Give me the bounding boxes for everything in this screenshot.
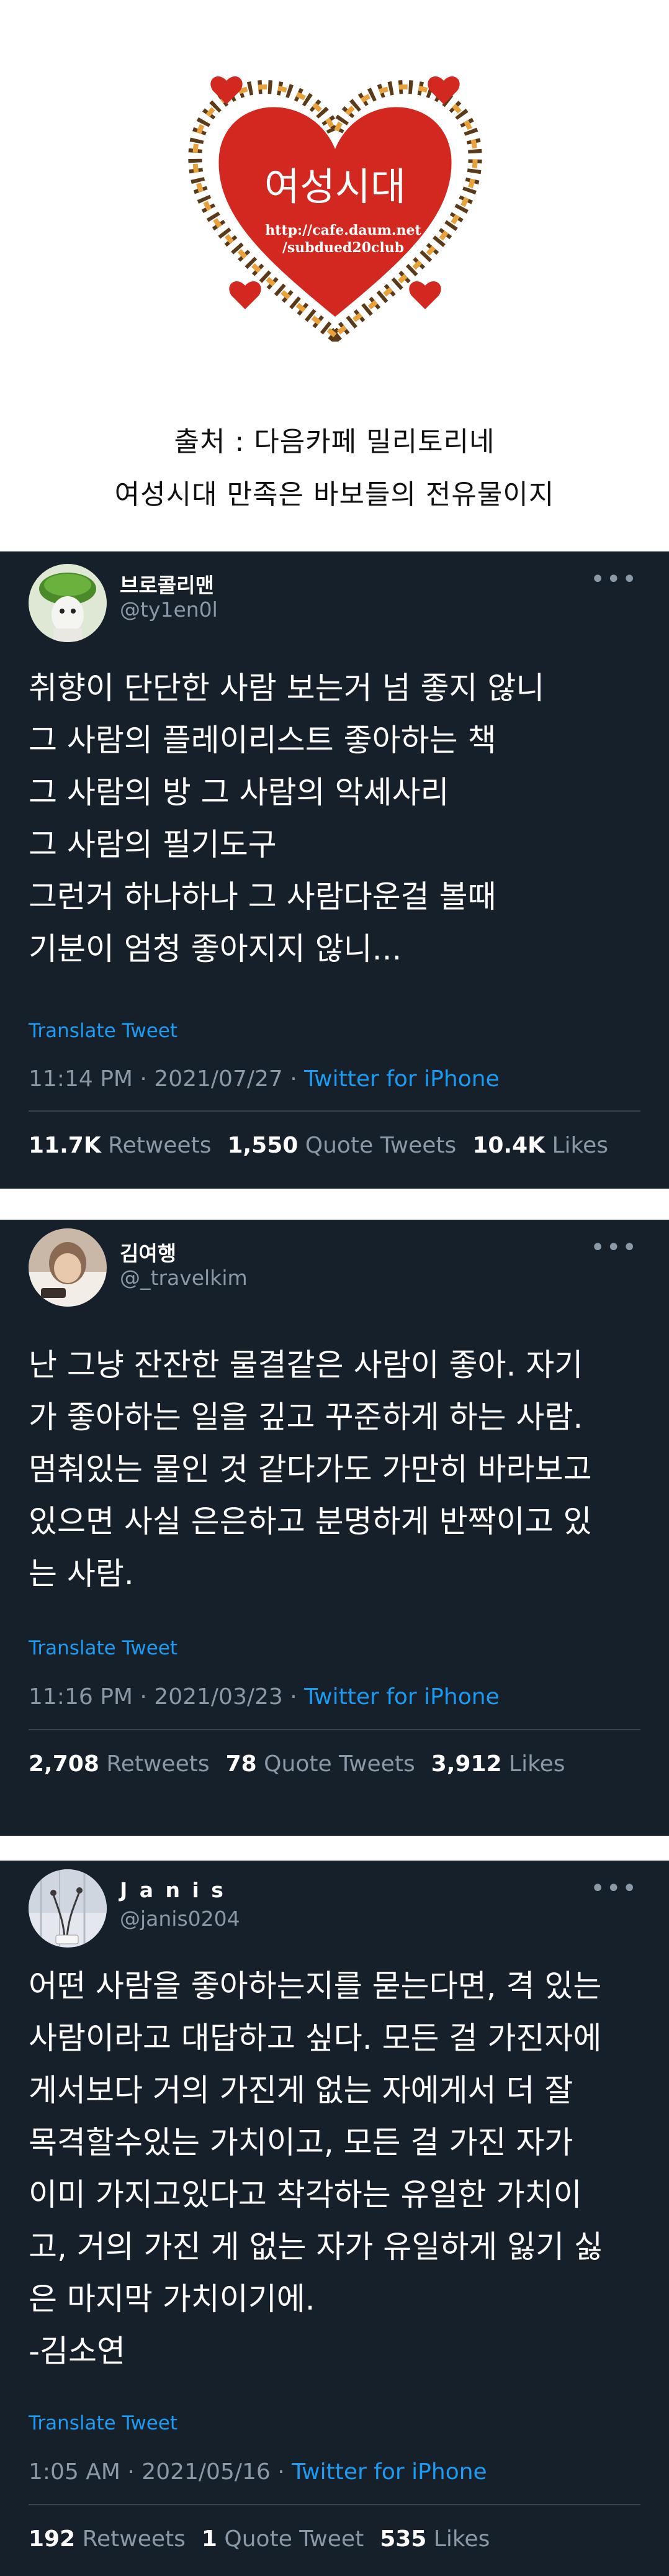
divider (29, 2504, 640, 2505)
engagement-stats: 192 Retweets 1 Quote Tweet 535 Likes (29, 2526, 490, 2552)
engagement-stats: 2,708 Retweets 78 Quote Tweets 3,912 Likes (29, 1751, 565, 1777)
tweet-timestamp: 11:14 PM · 2021/07/27 · (29, 1066, 305, 1092)
avatar[interactable] (29, 1869, 107, 1948)
like-count[interactable]: 535 (380, 2526, 426, 2552)
separator (0, 1836, 669, 1861)
display-name[interactable]: 브로콜리맨 (120, 569, 214, 599)
logo-url-line1: http://cafe.daum.net (265, 222, 421, 238)
likes-label[interactable]: Likes (509, 1751, 565, 1777)
quotes-label[interactable]: Quote Tweets (305, 1133, 457, 1158)
divider (29, 1729, 640, 1730)
more-options-icon[interactable]: ••• (590, 1233, 638, 1262)
like-count[interactable]: 3,912 (431, 1751, 502, 1777)
tweet-card[interactable]: 김여행 @_travelkim ••• 난 그냥 잔잔한 물결같은 사람이 좋아… (0, 1220, 669, 1836)
tweet-text: 난 그냥 잔잔한 물결같은 사람이 좋아. 자기 가 좋아하는 일을 깊고 꾸준… (29, 1347, 592, 1592)
display-name[interactable]: J a n i s (120, 1878, 226, 1902)
translate-tweet-link[interactable]: Translate Tweet (29, 2412, 177, 2434)
retweets-label[interactable]: Retweets (83, 2526, 186, 2552)
user-handle[interactable]: @_travelkim (120, 1266, 248, 1290)
avatar[interactable] (29, 564, 107, 642)
more-options-icon[interactable]: ••• (590, 565, 638, 594)
tweet-meta: 1:05 AM · 2021/05/16 · Twitter for iPhon… (29, 2459, 487, 2485)
tweet-timestamp: 1:05 AM · 2021/05/16 · (29, 2459, 292, 2485)
tweet-text: 어떤 사람을 좋아하는지를 묻는다면, 격 있는 사람이라고 대답하고 싶다. … (29, 1968, 603, 2369)
quote-count[interactable]: 1 (202, 2526, 217, 2552)
logo-title: 여성시대 (264, 164, 406, 209)
user-handle[interactable]: @ty1en0l (120, 597, 218, 622)
tweet-card[interactable]: J a n i s @janis0204 ••• 어떤 사람을 좋아하는지를 묻… (0, 1861, 669, 2576)
tweet-timestamp: 11:16 PM · 2021/03/23 · (29, 1684, 305, 1710)
source-header: 여성시대 http://cafe.daum.net /subdued20club… (0, 0, 669, 551)
retweet-count[interactable]: 11.7K (29, 1133, 101, 1158)
quotes-label[interactable]: Quote Tweets (264, 1751, 415, 1777)
logo-url-line2: /subdued20club (282, 240, 404, 256)
retweet-count[interactable]: 2,708 (29, 1751, 99, 1777)
retweets-label[interactable]: Retweets (106, 1751, 209, 1777)
tweet-meta: 11:14 PM · 2021/07/27 · Twitter for iPho… (29, 1066, 500, 1092)
tweet-card[interactable]: 브로콜리맨 @ty1en0l ••• 취향이 단단한 사람 보는거 넘 좋지 않… (0, 551, 669, 1189)
likes-label[interactable]: Likes (552, 1133, 608, 1158)
tweet-meta: 11:16 PM · 2021/03/23 · Twitter for iPho… (29, 1684, 500, 1710)
source-credit: 출처 : 다음카페 밀리토리네 (174, 426, 495, 458)
cafe-logo: 여성시대 http://cafe.daum.net /subdued20club (171, 62, 500, 345)
user-handle[interactable]: @janis0204 (120, 1907, 240, 1931)
more-options-icon[interactable]: ••• (590, 1874, 638, 1903)
like-count[interactable]: 10.4K (472, 1133, 545, 1158)
quotes-label[interactable]: Quote Tweet (224, 2526, 364, 2552)
tweet-text: 취향이 단단한 사람 보는거 넘 좋지 않니 그 사람의 플레이리스트 좋아하는… (29, 670, 545, 967)
separator (0, 1189, 669, 1220)
source-caption: 여성시대 만족은 바보들의 전유물이지 (114, 479, 555, 510)
quote-count[interactable]: 78 (226, 1751, 257, 1777)
retweet-count[interactable]: 192 (29, 2526, 75, 2552)
source-app-link[interactable]: Twitter for iPhone (304, 1684, 500, 1710)
translate-tweet-link[interactable]: Translate Tweet (29, 1637, 177, 1659)
divider (29, 1110, 640, 1112)
source-app-link[interactable]: Twitter for iPhone (304, 1066, 500, 1092)
display-name[interactable]: 김여행 (120, 1237, 176, 1267)
quote-count[interactable]: 1,550 (227, 1133, 298, 1158)
likes-label[interactable]: Likes (434, 2526, 490, 2552)
source-app-link[interactable]: Twitter for iPhone (292, 2459, 487, 2485)
translate-tweet-link[interactable]: Translate Tweet (29, 1020, 177, 1042)
avatar[interactable] (29, 1228, 107, 1307)
retweets-label[interactable]: Retweets (108, 1133, 211, 1158)
engagement-stats: 11.7K Retweets 1,550 Quote Tweets 10.4K Li… (29, 1133, 608, 1158)
